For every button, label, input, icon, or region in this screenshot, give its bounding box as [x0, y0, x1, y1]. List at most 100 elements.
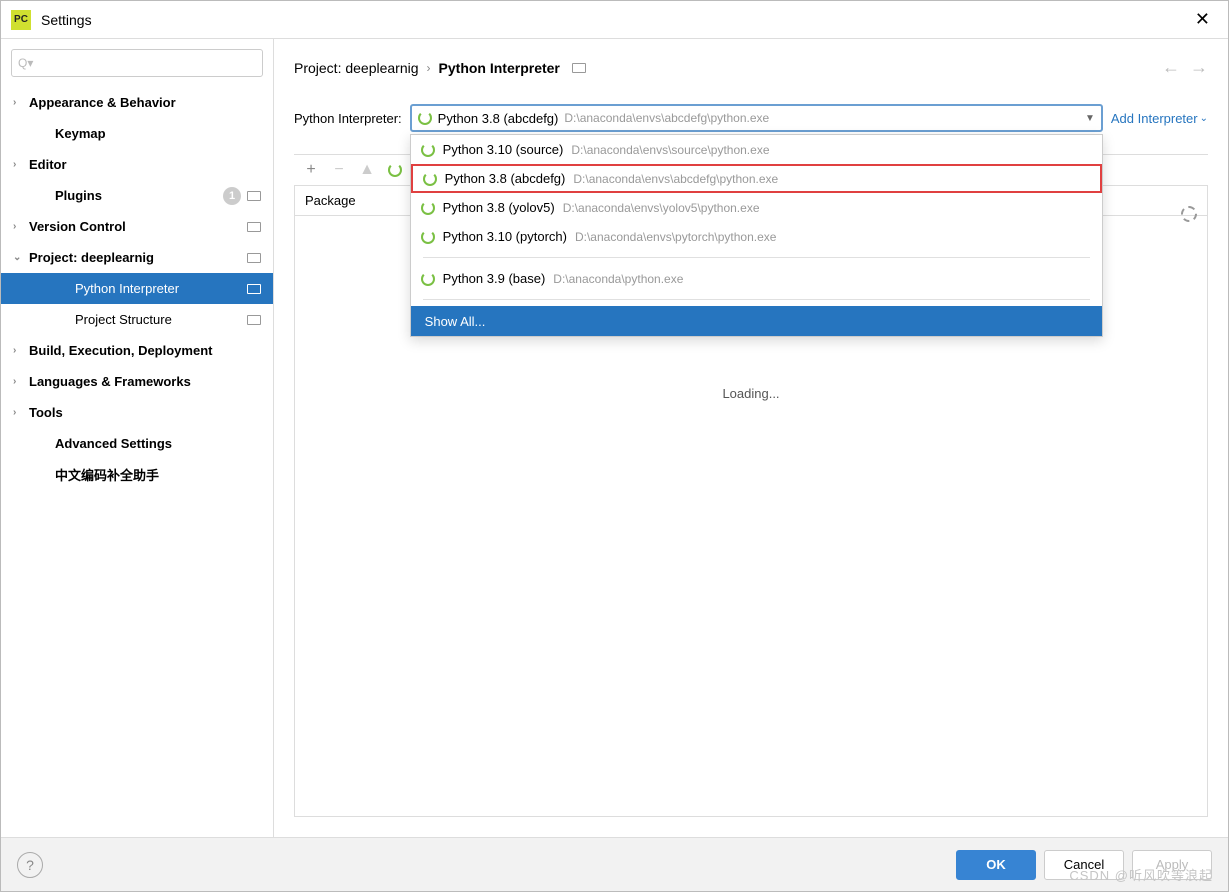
- nav-history-arrows: ← →: [1162, 57, 1208, 78]
- add-package-button[interactable]: +: [298, 157, 324, 183]
- dropdown-separator: [423, 257, 1090, 258]
- option-name: Python 3.8 (abcdefg): [445, 171, 566, 186]
- nav-item-1[interactable]: Keymap: [1, 118, 273, 149]
- sidebar: Q▾ › Appearance & Behavior Keymap › Editor Pl…: [1, 39, 274, 837]
- nav-label: Plugins: [55, 188, 102, 203]
- option-name: Python 3.8 (yolov5): [443, 200, 555, 215]
- nav-label: Version Control: [29, 219, 126, 234]
- option-name: Python 3.10 (source): [443, 142, 564, 157]
- spinner-icon: [418, 111, 432, 125]
- chevron-icon: ›: [13, 407, 25, 418]
- nav-label: Tools: [29, 405, 63, 420]
- upgrade-package-button[interactable]: ▲: [354, 157, 380, 183]
- interpreter-option-1[interactable]: Python 3.8 (abcdefg) D:\anaconda\envs\abc…: [411, 164, 1102, 193]
- interpreter-option-base[interactable]: Python 3.9 (base) D:\anaconda\python.exe: [411, 264, 1102, 293]
- nav-item-6[interactable]: Python Interpreter: [1, 273, 273, 304]
- nav-label: Languages & Frameworks: [29, 374, 191, 389]
- chevron-icon: ›: [13, 376, 25, 387]
- chevron-icon: ›: [13, 345, 25, 356]
- nav-label: Appearance & Behavior: [29, 95, 176, 110]
- project-scope-icon: [247, 284, 261, 294]
- option-path: D:\anaconda\envs\abcdefg\python.exe: [573, 172, 778, 186]
- spinner-icon: [421, 230, 435, 244]
- nav-item-12[interactable]: 中文编码补全助手: [1, 459, 273, 490]
- project-scope-icon: [247, 315, 261, 325]
- chevron-icon: ⌄: [13, 252, 25, 263]
- search-input[interactable]: Q▾: [11, 49, 263, 77]
- remove-package-button[interactable]: −: [326, 157, 352, 183]
- nav-item-11[interactable]: Advanced Settings: [1, 428, 273, 459]
- nav-item-10[interactable]: › Tools: [1, 397, 273, 428]
- refresh-button[interactable]: [382, 157, 408, 183]
- spinner-icon: [421, 201, 435, 215]
- dialog-footer: ? OK Cancel Apply: [1, 837, 1228, 891]
- nav-item-5[interactable]: ⌄Project: deeplearnig: [1, 242, 273, 273]
- nav-item-0[interactable]: › Appearance & Behavior: [1, 87, 273, 118]
- nav-label: Build, Execution, Deployment: [29, 343, 212, 358]
- option-path: D:\anaconda\envs\source\python.exe: [571, 143, 769, 157]
- interpreter-selector: Python 3.8 (abcdefg) D:\anaconda\envs\ab…: [410, 104, 1103, 132]
- search-wrap: Q▾: [1, 39, 273, 87]
- interpreter-row: Python Interpreter: Python 3.8 (abcdefg)…: [274, 96, 1228, 144]
- settings-window: PC Settings ✕ Q▾ › Appearance & Behavior K…: [0, 0, 1229, 892]
- watermark: CSDN @听风吹等浪起: [1069, 865, 1213, 884]
- content: Q▾ › Appearance & Behavior Keymap › Editor Pl…: [1, 39, 1228, 837]
- interpreter-combo[interactable]: Python 3.8 (abcdefg) D:\anaconda\envs\ab…: [410, 104, 1103, 132]
- interpreter-label: Python Interpreter:: [294, 111, 402, 126]
- loading-spinner-icon: [1181, 206, 1197, 222]
- option-path: D:\anaconda\envs\yolov5\python.exe: [563, 201, 760, 215]
- nav-item-7[interactable]: Project Structure: [1, 304, 273, 335]
- project-scope-icon: [247, 253, 261, 263]
- nav-label: 中文编码补全助手: [55, 465, 159, 484]
- option-name: Python 3.10 (pytorch): [443, 229, 567, 244]
- chevron-icon: ›: [13, 159, 25, 170]
- titlebar: PC Settings ✕: [1, 1, 1228, 39]
- chevron-icon: ›: [13, 97, 25, 108]
- interpreter-dropdown: Python 3.10 (source) D:\anaconda\envs\sou…: [410, 134, 1103, 337]
- breadcrumb-item-1: Python Interpreter: [439, 60, 560, 76]
- main-panel: Project: deeplearnig › Python Interprete…: [274, 39, 1228, 837]
- add-interpreter-link[interactable]: Add Interpreter ⌄: [1111, 111, 1208, 126]
- loading-text: Loading...: [722, 386, 779, 401]
- nav-item-3[interactable]: Plugins 1: [1, 180, 273, 211]
- option-path: D:\anaconda\python.exe: [553, 272, 683, 286]
- show-all-interpreters[interactable]: Show All...: [411, 306, 1102, 336]
- dropdown-separator: [423, 299, 1090, 300]
- spinner-icon: [421, 272, 435, 286]
- interpreter-option-2[interactable]: Python 3.8 (yolov5) D:\anaconda\envs\yolo…: [411, 193, 1102, 222]
- nav-label: Project Structure: [75, 312, 172, 327]
- project-scope-icon: [247, 222, 261, 232]
- chevron-down-icon: ⌄: [1200, 113, 1208, 124]
- app-icon: PC: [11, 10, 31, 30]
- help-button[interactable]: ?: [17, 852, 43, 878]
- window-title: Settings: [41, 12, 92, 28]
- nav-item-9[interactable]: › Languages & Frameworks: [1, 366, 273, 397]
- nav-label: Python Interpreter: [75, 281, 179, 296]
- chevron-icon: ›: [13, 221, 25, 232]
- close-button[interactable]: ✕: [1187, 5, 1218, 34]
- nav-label: Editor: [29, 157, 67, 172]
- nav-item-8[interactable]: › Build, Execution, Deployment: [1, 335, 273, 366]
- option-path: D:\anaconda\envs\pytorch\python.exe: [575, 230, 776, 244]
- breadcrumb: Project: deeplearnig › Python Interprete…: [274, 39, 1228, 96]
- interpreter-option-0[interactable]: Python 3.10 (source) D:\anaconda\envs\sou…: [411, 135, 1102, 164]
- project-scope-icon: [247, 191, 261, 201]
- count-badge: 1: [223, 187, 241, 205]
- interpreter-selected-name: Python 3.8 (abcdefg): [438, 111, 559, 126]
- interpreter-selected-path: D:\anaconda\envs\abcdefg\python.exe: [564, 111, 769, 125]
- breadcrumb-item-0[interactable]: Project: deeplearnig: [294, 60, 419, 76]
- nav-item-2[interactable]: › Editor: [1, 149, 273, 180]
- spinner-icon: [421, 143, 435, 157]
- back-arrow-icon[interactable]: ←: [1162, 57, 1180, 78]
- project-scope-icon: [572, 63, 586, 73]
- breadcrumb-separator: ›: [427, 61, 431, 75]
- search-icon: Q▾: [18, 56, 33, 70]
- ok-button[interactable]: OK: [956, 850, 1036, 880]
- nav-label: Advanced Settings: [55, 436, 172, 451]
- nav-item-4[interactable]: › Version Control: [1, 211, 273, 242]
- nav-tree: › Appearance & Behavior Keymap › Editor Plugi…: [1, 87, 273, 837]
- forward-arrow-icon[interactable]: →: [1190, 57, 1208, 78]
- option-name: Python 3.9 (base): [443, 271, 546, 286]
- interpreter-option-3[interactable]: Python 3.10 (pytorch) D:\anaconda\envs\py…: [411, 222, 1102, 251]
- spinner-icon: [423, 172, 437, 186]
